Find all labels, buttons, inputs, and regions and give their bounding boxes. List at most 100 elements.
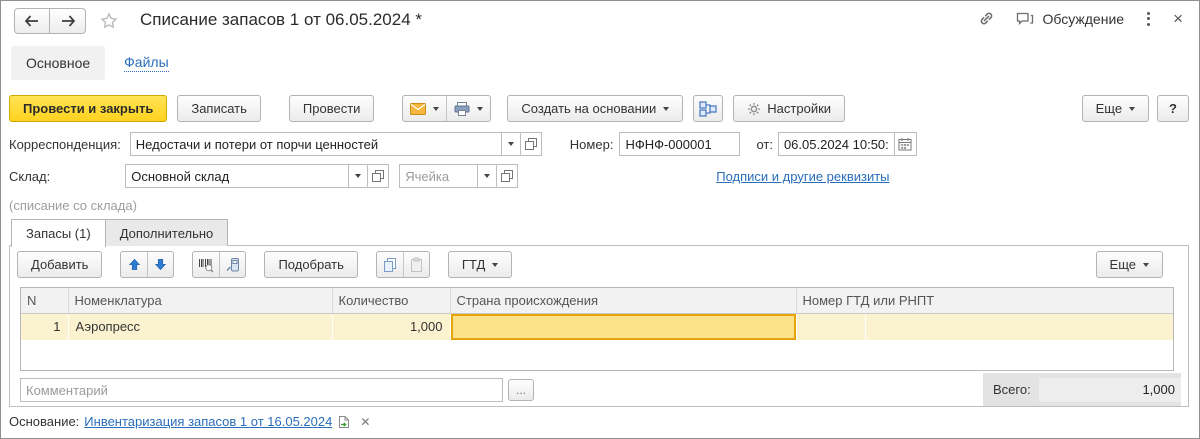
total-value: 1,000 (1039, 378, 1181, 402)
copy-rows-button[interactable] (377, 252, 403, 277)
inventory-panel: Добавить (9, 245, 1189, 407)
barcode-scan-button[interactable] (193, 252, 219, 277)
correspondence-dropdown-button[interactable] (502, 132, 521, 156)
column-header-quantity[interactable]: Количество (332, 288, 450, 313)
column-header-gtd[interactable]: Номер ГТД или РНПТ (796, 288, 1173, 313)
column-header-n[interactable]: N (21, 288, 68, 313)
data-terminal-button[interactable] (219, 252, 245, 277)
table-row: 1 Аэропресс 1,000 (21, 313, 1173, 340)
warehouse-input[interactable] (125, 164, 349, 188)
table-toolbar: Добавить (17, 251, 1181, 278)
cell-dropdown-button[interactable] (478, 164, 497, 188)
more-button[interactable]: Еще (1082, 95, 1149, 122)
column-header-country[interactable]: Страна происхождения (450, 288, 796, 313)
kebab-menu-icon[interactable] (1143, 10, 1154, 28)
favorite-star-icon[interactable] (100, 12, 118, 30)
link-icon[interactable] (977, 9, 996, 28)
cell-open-button[interactable] (497, 164, 518, 188)
paste-icon (408, 257, 424, 273)
print-button[interactable] (446, 96, 490, 121)
table-more-button[interactable]: Еще (1096, 251, 1163, 278)
cell-field-group (399, 164, 518, 188)
date-calendar-button[interactable] (895, 132, 917, 156)
pick-items-button[interactable]: Подобрать (264, 251, 357, 278)
move-up-icon (128, 258, 141, 271)
table-header-row: N Номенклатура Количество Страна происхо… (21, 288, 1173, 313)
post-button[interactable]: Провести (289, 95, 375, 122)
related-documents-button[interactable] (693, 95, 723, 122)
cell-input[interactable] (399, 164, 478, 188)
tab-main[interactable]: Основное (11, 46, 105, 80)
title-bar: Списание запасов 1 от 06.05.2024 * Обсуж… (1, 1, 1199, 41)
dropdown-caret-icon (484, 174, 490, 178)
move-up-button[interactable] (121, 252, 147, 277)
add-row-button[interactable]: Добавить (17, 251, 102, 278)
tab-additional[interactable]: Дополнительно (106, 219, 229, 246)
correspondence-input[interactable] (130, 132, 502, 156)
column-header-nomenclature[interactable]: Номенклатура (68, 288, 332, 313)
dropdown-caret-icon (433, 107, 439, 111)
move-down-button[interactable] (147, 252, 173, 277)
warehouse-dropdown-button[interactable] (349, 164, 368, 188)
tab-inventory[interactable]: Запасы (1) (11, 219, 106, 247)
cell-quantity[interactable]: 1,000 (332, 313, 450, 340)
dropdown-caret-icon (663, 107, 669, 111)
document-window: Списание запасов 1 от 06.05.2024 * Обсуж… (0, 0, 1200, 439)
open-value-icon (501, 170, 513, 182)
cell-nomenclature[interactable]: Аэропресс (68, 313, 332, 340)
discussion-label: Обсуждение (1042, 11, 1124, 27)
cell-n[interactable]: 1 (21, 313, 68, 340)
save-button[interactable]: Записать (177, 95, 261, 122)
document-open-icon[interactable] (337, 415, 351, 429)
cell-rnpt[interactable] (865, 313, 1173, 340)
send-mail-button[interactable] (403, 96, 446, 121)
gear-icon (747, 102, 761, 116)
basis-row: Основание: Инвентаризация запасов 1 от 1… (9, 414, 370, 429)
basis-link[interactable]: Инвентаризация запасов 1 от 16.05.2024 (84, 414, 332, 429)
back-button[interactable] (14, 8, 50, 34)
comment-expand-button[interactable]: ... (508, 379, 534, 401)
command-bar: Провести и закрыть Записать Провести Соз… (9, 94, 1189, 123)
forward-arrow-icon (60, 15, 76, 27)
warehouse-label: Склад: (9, 169, 50, 184)
dropdown-caret-icon (355, 174, 361, 178)
paste-rows-button[interactable] (403, 252, 429, 277)
open-value-icon (525, 138, 537, 150)
warehouse-field-group (125, 164, 389, 188)
history-nav (14, 8, 86, 34)
comment-row: ... (20, 378, 534, 402)
date-label: от: (756, 137, 773, 152)
back-arrow-icon (24, 15, 40, 27)
basis-label: Основание: (9, 414, 79, 429)
number-input[interactable] (619, 132, 740, 156)
table-empty-area (21, 340, 1173, 369)
gtd-button[interactable]: ГТД (448, 251, 512, 278)
calendar-icon (898, 137, 912, 151)
settings-button[interactable]: Настройки (733, 95, 845, 122)
page-title: Списание запасов 1 от 06.05.2024 * (140, 10, 422, 30)
tab-files[interactable]: Файлы (124, 46, 168, 80)
clear-basis-icon[interactable]: ✕ (360, 415, 370, 429)
signatures-link[interactable]: Подписи и другие реквизиты (716, 169, 889, 184)
date-input[interactable] (778, 132, 895, 156)
help-button[interactable]: ? (1157, 95, 1189, 122)
warehouse-open-button[interactable] (368, 164, 389, 188)
nav-tabs: Основное Файлы (11, 46, 169, 80)
comment-input[interactable] (20, 378, 503, 402)
field-row-warehouse: Склад: Подписи и другие реквизиты (9, 164, 1189, 188)
correspondence-open-button[interactable] (521, 132, 542, 156)
cell-gtd[interactable] (796, 313, 865, 340)
post-and-close-button[interactable]: Провести и закрыть (9, 95, 167, 122)
discussion-button[interactable]: Обсуждение (1015, 11, 1124, 27)
copy-paste-group (376, 251, 430, 278)
mail-icon (410, 103, 426, 115)
cell-country-selected[interactable] (450, 313, 796, 340)
dropdown-caret-icon (508, 142, 514, 146)
forward-button[interactable] (50, 8, 86, 34)
close-icon[interactable]: × (1173, 10, 1183, 27)
create-based-on-button[interactable]: Создать на основании (507, 95, 683, 122)
warehouse-note: (списание со склада) (9, 198, 137, 213)
send-print-group (402, 95, 491, 122)
barcode-icon (198, 257, 214, 273)
dropdown-caret-icon (477, 107, 483, 111)
